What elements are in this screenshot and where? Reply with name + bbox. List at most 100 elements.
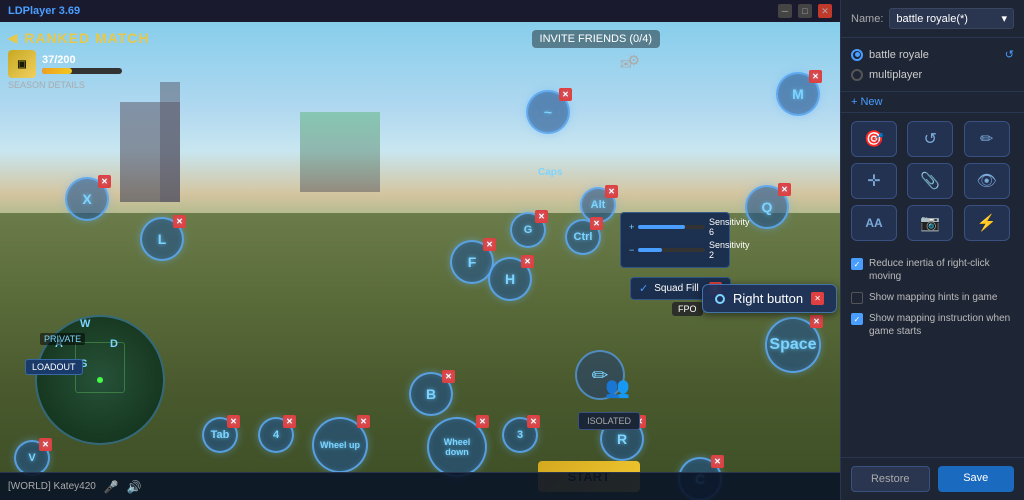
xp-bar <box>42 68 122 74</box>
xp-fill <box>42 68 72 74</box>
bolt-tool-btn[interactable]: ⚡ <box>964 205 1010 241</box>
close-right-button[interactable]: ✕ <box>811 292 824 305</box>
close-V[interactable]: ✕ <box>39 438 52 451</box>
edit-tool-btn[interactable]: ✏ <box>964 121 1010 157</box>
mic-icon[interactable]: 🎤 <box>104 480 119 494</box>
invite-friends-label: INVITE FRIENDS (0/4) <box>532 30 660 48</box>
close-H[interactable]: ✕ <box>521 255 534 268</box>
settings-area: ✓ Reduce inertia of right-click moving S… <box>841 249 1024 457</box>
key-Ctrl[interactable]: ✕ Ctrl <box>565 219 601 255</box>
xp-info: 37/200 <box>42 54 122 74</box>
wasd-up: W <box>80 318 90 330</box>
rotate-tool-btn[interactable]: ↺ <box>907 121 953 157</box>
window-controls[interactable]: ─ □ ✕ <box>778 4 832 18</box>
key-L[interactable]: ✕ L <box>140 217 184 261</box>
link-tool-btn[interactable]: 📎 <box>907 163 953 199</box>
close-M[interactable]: ✕ <box>809 70 822 83</box>
key-WheelDown[interactable]: ✕ Wheel down <box>427 417 487 477</box>
close-button[interactable]: ✕ <box>818 4 832 18</box>
squad-check-icon: ✓ <box>639 282 648 295</box>
app-logo: LDPlayer 3.69 <box>8 5 80 17</box>
close-L[interactable]: ✕ <box>173 215 186 228</box>
xp-icon: ▣ <box>8 50 36 78</box>
hud-top-left: ◀ RANKED MATCH ▣ 37/200 SEASON DETAILS <box>8 30 150 90</box>
close-Space[interactable]: ✕ <box>810 315 823 328</box>
squad-fill-label: Squad Fill <box>654 283 698 294</box>
close-Q[interactable]: ✕ <box>778 183 791 196</box>
close-F[interactable]: ✕ <box>483 238 496 251</box>
close-G[interactable]: ✕ <box>535 210 548 223</box>
visibility-tool-btn[interactable]: 👁 <box>964 163 1010 199</box>
key-B[interactable]: ✕ B <box>409 372 453 416</box>
game-viewport: ◀ RANKED MATCH ▣ 37/200 SEASON DETAILS I… <box>0 22 840 500</box>
close-Tab[interactable]: ✕ <box>227 415 240 428</box>
setting-show-instruction-text: Show mapping instruction when game start… <box>869 312 1014 338</box>
players-icon: 👥 <box>605 375 630 400</box>
refresh-icon[interactable]: ↺ <box>1005 48 1014 61</box>
key-Tab[interactable]: ✕ Tab <box>202 417 238 453</box>
checkbox-show-hints[interactable] <box>851 292 863 304</box>
key-V[interactable]: ✕ V <box>14 440 50 476</box>
sens-bar-2 <box>638 248 705 252</box>
isolated-badge: ISOLATED <box>578 412 640 430</box>
key-Q[interactable]: ✕ Q <box>745 185 789 229</box>
restore-button[interactable]: Restore <box>851 466 930 492</box>
key-tilde[interactable]: ✕ ~ <box>526 90 570 134</box>
setting-show-instruction: ✓ Show mapping instruction when game sta… <box>851 312 1014 338</box>
new-label: + New <box>851 96 883 108</box>
sens-fill-2 <box>638 248 661 252</box>
tool-grid: 🎯 ↺ ✏ ✛ 📎 👁 AA 📷 ⚡ <box>841 112 1024 249</box>
panel-header: Name: battle royale(*) ▾ <box>841 0 1024 38</box>
profile-1-name: battle royale <box>869 49 929 61</box>
key-M[interactable]: ✕ M <box>776 72 820 116</box>
profile-selector[interactable]: battle royale(*) ▾ <box>889 8 1014 29</box>
key-X[interactable]: ✕ X <box>65 177 109 221</box>
move-tool-btn[interactable]: ✛ <box>851 163 897 199</box>
speaker-icon[interactable]: 🔊 <box>127 480 142 494</box>
key-4[interactable]: ✕ 4 <box>258 417 294 453</box>
bottom-bar: [WORLD] Katey420 🎤 🔊 <box>0 472 840 500</box>
close-C[interactable]: ✕ <box>711 455 724 468</box>
sens-plus: + <box>629 222 634 232</box>
checkbox-reduce-inertia[interactable]: ✓ <box>851 258 863 270</box>
key-WheelUp[interactable]: ✕ Wheel up <box>312 417 368 473</box>
text-tool-btn[interactable]: AA <box>851 205 897 241</box>
sens-bar-1 <box>638 225 705 229</box>
setting-show-hints-text: Show mapping hints in game <box>869 291 997 304</box>
key-H[interactable]: ✕ H <box>488 257 532 301</box>
sens-row-2: − Sensitivity 2 <box>629 240 721 260</box>
key-G[interactable]: ✕ G <box>510 212 546 248</box>
close-WheelDown[interactable]: ✕ <box>476 415 489 428</box>
sens-fill-1 <box>638 225 685 229</box>
close-WheelUp[interactable]: ✕ <box>357 415 370 428</box>
close-4[interactable]: ✕ <box>283 415 296 428</box>
setting-reduce-inertia-text: Reduce inertia of right-click moving <box>869 257 1014 283</box>
dropdown-arrow-icon: ▾ <box>1001 12 1007 25</box>
crosshair-tool-btn[interactable]: 🎯 <box>851 121 897 157</box>
maximize-button[interactable]: □ <box>798 4 812 18</box>
close-B[interactable]: ✕ <box>442 370 455 383</box>
minimize-button[interactable]: ─ <box>778 4 792 18</box>
radio-inactive-icon <box>851 69 863 81</box>
caps-label: Caps <box>538 167 562 178</box>
fpo-badge: FPO <box>672 302 703 316</box>
screenshot-tool-btn[interactable]: 📷 <box>907 205 953 241</box>
checkbox-show-instruction[interactable]: ✓ <box>851 313 863 325</box>
close-X[interactable]: ✕ <box>98 175 111 188</box>
close-3[interactable]: ✕ <box>527 415 540 428</box>
sens-val-1: Sensitivity 6 <box>709 217 721 237</box>
key-Space[interactable]: ✕ Space <box>765 317 821 373</box>
profile-multiplayer[interactable]: multiplayer <box>851 65 1014 85</box>
key-3[interactable]: ✕ 3 <box>502 417 538 453</box>
close-Ctrl[interactable]: ✕ <box>590 217 603 230</box>
close-tilde[interactable]: ✕ <box>559 88 572 101</box>
close-Alt[interactable]: ✕ <box>605 185 618 198</box>
titlebar: LDPlayer 3.69 ─ □ ✕ <box>0 0 840 22</box>
profile-battle-royale[interactable]: battle royale ↺ <box>851 44 1014 65</box>
back-arrow-icon[interactable]: ◀ <box>8 31 18 45</box>
sens-val-2: Sensitivity 2 <box>709 240 721 260</box>
sens-row-1: + Sensitivity 6 <box>629 217 721 237</box>
mail-icon[interactable]: ✉ <box>620 56 632 73</box>
save-button[interactable]: Save <box>938 466 1015 492</box>
new-profile-button[interactable]: + New <box>841 91 1024 112</box>
